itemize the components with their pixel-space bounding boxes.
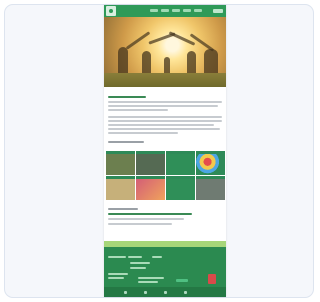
logo-icon[interactable] bbox=[106, 6, 116, 16]
tile-bar bbox=[196, 151, 225, 154]
text-line bbox=[108, 218, 184, 220]
subheading-line bbox=[108, 141, 144, 143]
tile-outdoor[interactable] bbox=[196, 176, 225, 200]
link-line[interactable] bbox=[108, 213, 192, 215]
tile-bar bbox=[196, 176, 225, 179]
footer-button[interactable] bbox=[176, 279, 188, 282]
tile-bar bbox=[166, 176, 195, 179]
tile-green-2[interactable] bbox=[166, 176, 195, 200]
logo-mark bbox=[109, 9, 113, 13]
footer-text bbox=[138, 277, 164, 279]
nav-item-3[interactable] bbox=[172, 9, 180, 12]
text-line bbox=[108, 124, 214, 126]
main-navigation bbox=[150, 9, 202, 12]
search-icon[interactable] bbox=[213, 9, 223, 13]
tile-balloons[interactable] bbox=[196, 151, 225, 175]
social-icon[interactable] bbox=[124, 291, 127, 294]
tile-bar bbox=[136, 151, 165, 154]
tile-bar bbox=[136, 176, 165, 179]
tile-bar bbox=[106, 176, 135, 179]
text-line bbox=[108, 101, 222, 103]
nav-item-2[interactable] bbox=[161, 9, 169, 12]
text-line bbox=[108, 128, 220, 130]
nav-item-1[interactable] bbox=[150, 9, 158, 12]
bottom-bar bbox=[104, 287, 226, 297]
social-icon[interactable] bbox=[184, 291, 187, 294]
lower-text-section bbox=[104, 205, 226, 228]
footer-text bbox=[130, 262, 150, 264]
text-line bbox=[108, 120, 222, 122]
image-tile-grid bbox=[106, 151, 226, 200]
tile-classroom[interactable] bbox=[106, 176, 135, 200]
tile-green-1[interactable] bbox=[166, 151, 195, 175]
hero-ground bbox=[104, 73, 226, 87]
text-line bbox=[108, 223, 172, 225]
intro-section bbox=[104, 87, 226, 145]
nav-item-4[interactable] bbox=[183, 9, 191, 12]
text-line bbox=[108, 109, 168, 111]
nav-item-5[interactable] bbox=[194, 9, 202, 12]
footer-text bbox=[108, 273, 128, 275]
footer-text bbox=[138, 281, 158, 283]
text-line bbox=[108, 105, 218, 107]
tile-bar bbox=[106, 151, 135, 154]
tile-bar bbox=[166, 151, 195, 154]
subheading-line bbox=[108, 208, 138, 210]
footer-text bbox=[128, 256, 142, 258]
tile-group-photo[interactable] bbox=[136, 151, 165, 175]
text-line bbox=[108, 116, 222, 118]
hero-image bbox=[104, 17, 226, 87]
webpage-thumbnail[interactable] bbox=[104, 5, 226, 297]
social-icon[interactable] bbox=[144, 291, 147, 294]
section-heading bbox=[108, 96, 146, 98]
tile-children-activity[interactable] bbox=[106, 151, 135, 175]
social-icon[interactable] bbox=[164, 291, 167, 294]
footer-text bbox=[152, 256, 162, 258]
tile-kids-playing[interactable] bbox=[136, 176, 165, 200]
footer-text bbox=[108, 277, 124, 279]
site-header bbox=[104, 5, 226, 17]
footer-text bbox=[130, 267, 146, 269]
site-footer bbox=[104, 247, 226, 287]
footer-text bbox=[108, 256, 126, 258]
badge-icon bbox=[208, 274, 216, 284]
text-line bbox=[108, 132, 178, 134]
arm-silhouette bbox=[125, 31, 151, 50]
